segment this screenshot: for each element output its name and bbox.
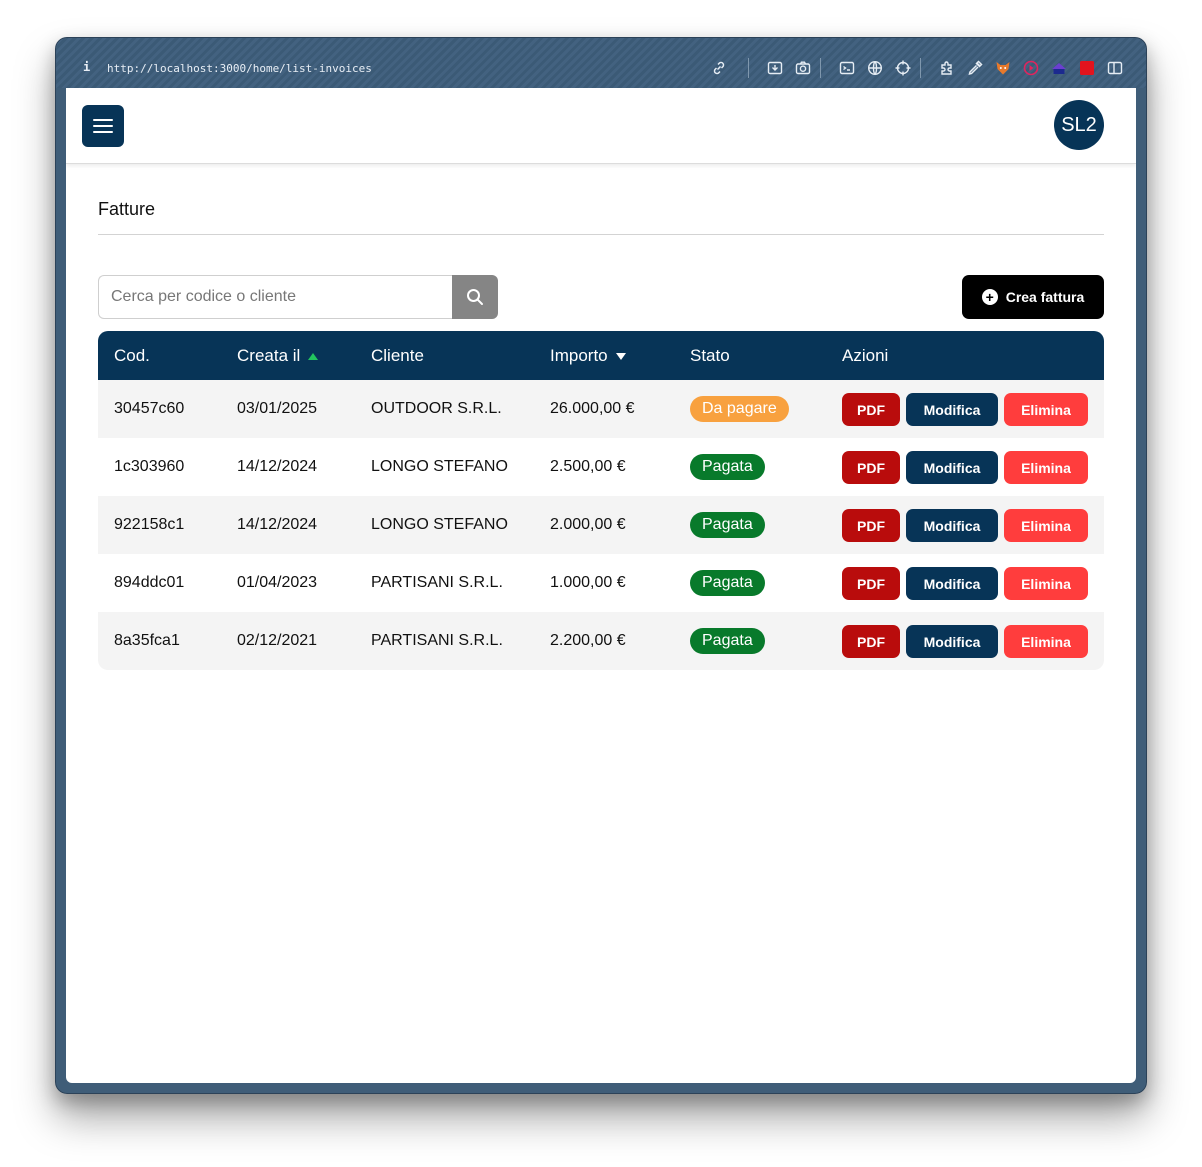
link-icon[interactable] [711,60,727,76]
invoice-client: LONGO STEFANO [371,458,508,475]
column-header-created[interactable]: Creata il [237,346,319,366]
status-badge: Pagata [690,570,765,596]
page-viewport: SL2 Fatture + Crea fattura Cod. Creata i… [66,88,1136,1083]
pdf-button[interactable]: PDF [842,567,900,600]
toolbar-separator [920,58,921,78]
sort-ascending-icon [308,352,319,360]
record-icon[interactable] [1023,60,1039,76]
edit-button[interactable]: Modifica [906,509,998,542]
browser-window: i http://localhost:3000/home/list-invoic… [55,37,1147,1094]
invoice-amount: 2.500,00 € [550,458,626,475]
title-divider [98,234,1104,235]
invoice-created-date: 14/12/2024 [237,458,318,475]
column-header-client[interactable]: Cliente [371,346,424,366]
edit-button[interactable]: Modifica [906,625,998,658]
create-invoice-button[interactable]: + Crea fattura [962,275,1104,319]
search-button[interactable] [452,275,498,319]
address-bar[interactable]: http://localhost:3000/home/list-invoices [107,62,372,75]
delete-button[interactable]: Elimina [1004,393,1088,426]
column-header-status[interactable]: Stato [690,346,730,366]
pdf-button[interactable]: PDF [842,451,900,484]
delete-button[interactable]: Elimina [1004,567,1088,600]
status-badge: Da pagare [690,396,789,422]
table-row: 894ddc01 01/04/2023 PARTISANI S.R.L. 1.0… [98,554,1104,612]
table-row: 1c303960 14/12/2024 LONGO STEFANO 2.500,… [98,438,1104,496]
invoice-created-date: 14/12/2024 [237,516,318,533]
menu-icon-bar [93,119,113,121]
search-input[interactable] [98,275,453,319]
status-badge: Pagata [690,454,765,480]
crosshair-icon[interactable] [895,60,911,76]
user-avatar[interactable]: SL2 [1054,100,1104,150]
pdf-button[interactable]: PDF [842,625,900,658]
edit-button[interactable]: Modifica [906,393,998,426]
table-header: Cod. Creata il Cliente Importo Stato Azi… [98,331,1104,380]
column-header-actions: Azioni [842,346,889,365]
invoice-amount: 1.000,00 € [550,574,626,591]
invoice-client: PARTISANI S.R.L. [371,632,503,649]
fox-icon[interactable] [995,60,1011,76]
edit-button[interactable]: Modifica [906,567,998,600]
invoice-amount: 26.000,00 € [550,400,635,417]
invoices-table: Cod. Creata il Cliente Importo Stato Azi… [98,331,1104,670]
invoice-code: 922158c1 [114,516,185,533]
delete-button[interactable]: Elimina [1004,451,1088,484]
eyedropper-icon[interactable] [967,60,983,76]
pdf-button[interactable]: PDF [842,393,900,426]
page-title: Fatture [98,199,156,219]
site-info-icon[interactable]: i [83,60,90,74]
red-square-icon[interactable] [1079,60,1095,76]
browser-toolbar: i http://localhost:3000/home/list-invoic… [56,38,1146,88]
invoice-created-date: 03/01/2025 [237,400,318,417]
column-header-amount[interactable]: Importo [550,346,626,366]
table-row: 8a35fca1 02/12/2021 PARTISANI S.R.L. 2.2… [98,612,1104,670]
bookmark-icon[interactable] [1051,60,1067,76]
app-header: SL2 [66,88,1136,164]
invoice-created-date: 01/04/2023 [237,574,318,591]
toolbar-separator [820,58,821,78]
invoice-client: LONGO STEFANO [371,516,508,533]
hamburger-menu-button[interactable] [82,105,124,147]
status-badge: Pagata [690,512,765,538]
invoice-client: OUTDOOR S.R.L. [371,400,502,417]
toolbar-separator [748,58,749,78]
sidebar-icon[interactable] [1107,60,1123,76]
screenshot-save-icon[interactable] [767,60,783,76]
menu-icon-bar [93,125,113,127]
status-badge: Pagata [690,628,765,654]
invoice-created-date: 02/12/2021 [237,632,318,649]
delete-button[interactable]: Elimina [1004,509,1088,542]
invoice-amount: 2.200,00 € [550,632,626,649]
create-invoice-label: Crea fattura [1005,289,1085,305]
sort-descending-icon [615,352,626,360]
camera-icon[interactable] [795,60,811,76]
extension-icon[interactable] [939,60,955,76]
column-header-code[interactable]: Cod. [114,346,150,366]
invoice-code: 30457c60 [114,400,185,417]
invoice-client: PARTISANI S.R.L. [371,574,503,591]
invoice-amount: 2.000,00 € [550,516,626,533]
globe-icon[interactable] [867,60,883,76]
delete-button[interactable]: Elimina [1004,625,1088,658]
table-row: 922158c1 14/12/2024 LONGO STEFANO 2.000,… [98,496,1104,554]
invoice-code: 1c303960 [114,458,185,475]
invoice-code: 894ddc01 [114,574,185,591]
plus-circle-icon: + [981,289,998,305]
invoice-code: 8a35fca1 [114,632,180,649]
table-row: 30457c60 03/01/2025 OUTDOOR S.R.L. 26.00… [98,380,1104,438]
menu-icon-bar [93,131,113,133]
search-icon [467,289,483,305]
terminal-icon[interactable] [839,60,855,76]
edit-button[interactable]: Modifica [906,451,998,484]
pdf-button[interactable]: PDF [842,509,900,542]
